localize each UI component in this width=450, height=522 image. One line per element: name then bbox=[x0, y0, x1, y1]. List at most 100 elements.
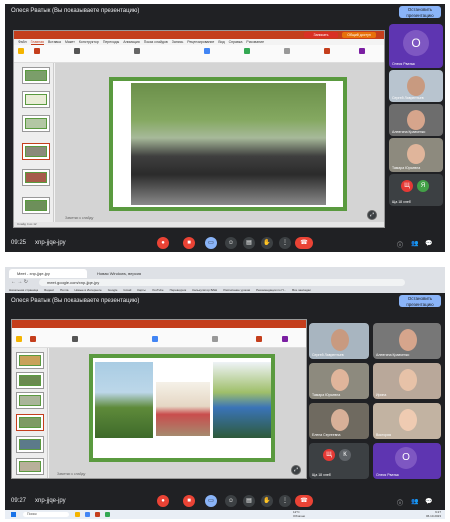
shapes-icon[interactable] bbox=[152, 336, 158, 342]
bookmark[interactable]: Все закладки bbox=[292, 288, 311, 292]
chrome-icon[interactable] bbox=[85, 512, 90, 517]
bookmark[interactable]: Новые в Интернете bbox=[74, 288, 101, 292]
slide-thumb[interactable] bbox=[22, 115, 50, 132]
ribbon-tab[interactable]: Макет bbox=[65, 40, 75, 44]
arrange-icon[interactable] bbox=[244, 48, 250, 54]
bookmark[interactable]: Карты bbox=[137, 288, 146, 292]
ribbon-tab[interactable]: Переходы bbox=[103, 40, 119, 44]
ribbon-tab[interactable]: Показ слайдов bbox=[144, 40, 168, 44]
bookmark[interactable]: Gmail bbox=[123, 288, 131, 292]
present-icon[interactable]: ▭ bbox=[205, 495, 217, 507]
participant-tile[interactable]: Сергей Лаврентьев bbox=[389, 70, 443, 102]
ribbon-tab-active[interactable]: Главная bbox=[30, 40, 44, 45]
bookmark[interactable]: Расписание уроков bbox=[223, 288, 250, 292]
find-icon[interactable] bbox=[284, 48, 290, 54]
powerpoint-icon[interactable] bbox=[95, 512, 100, 517]
font-icon[interactable] bbox=[74, 48, 80, 54]
slide-thumb[interactable] bbox=[22, 67, 50, 84]
share-button[interactable]: Общий доступ bbox=[342, 32, 376, 38]
taskbar-clock[interactable]: 9:27 06.10.2023 bbox=[426, 510, 441, 518]
participant-tile[interactable]: Сергей Лаврентьев bbox=[309, 323, 369, 359]
stop-presenting-button[interactable]: Остановить презентацию bbox=[399, 295, 441, 307]
bookmark[interactable]: Google bbox=[108, 288, 118, 292]
participant-tile[interactable]: Елена Сергеевна bbox=[309, 403, 369, 439]
participant-tile[interactable]: Алевтина Кравченко bbox=[389, 104, 443, 136]
dictate-icon[interactable] bbox=[256, 336, 262, 342]
raise-hand-icon[interactable]: ✋ bbox=[261, 237, 273, 249]
participant-tile[interactable]: Тамара Юрьевна bbox=[309, 363, 369, 399]
designer-icon[interactable] bbox=[359, 48, 365, 54]
slide-thumb[interactable] bbox=[22, 169, 50, 186]
participant-tile[interactable]: Щ Я Ща 18 хлеб bbox=[389, 174, 443, 206]
chat-icon[interactable]: 💬 bbox=[425, 498, 432, 505]
emoji-icon[interactable]: ☺ bbox=[225, 237, 237, 249]
slide-thumb[interactable] bbox=[16, 352, 44, 369]
participant-tile[interactable]: О Олеся Рватык bbox=[389, 24, 443, 68]
participant-tile[interactable]: О Олеся Рватык bbox=[373, 443, 441, 479]
bookmark[interactable]: Начальная страница bbox=[9, 288, 38, 292]
designer-icon[interactable] bbox=[282, 336, 288, 342]
slide-thumb[interactable] bbox=[22, 197, 50, 214]
browser-tab[interactable]: Новая Windows, версия bbox=[89, 269, 175, 278]
bookmark[interactable]: Переводчик bbox=[170, 288, 187, 292]
info-icon[interactable]: ⓘ bbox=[397, 498, 403, 507]
slide-thumb[interactable] bbox=[16, 372, 44, 389]
slide-thumb-selected[interactable] bbox=[22, 143, 50, 160]
participant-tile[interactable]: Алевтина Кравченко bbox=[373, 323, 441, 359]
nav-arrows-icon[interactable]: ← → ↻ bbox=[11, 279, 28, 285]
browser-tab-active[interactable]: Meet - xnp-jjqe-jpy bbox=[9, 269, 87, 278]
participant-tile[interactable]: Виктория bbox=[373, 403, 441, 439]
people-icon[interactable]: 👥 bbox=[411, 240, 418, 247]
current-slide[interactable] bbox=[89, 354, 275, 462]
camera-off-icon[interactable]: ■ bbox=[183, 495, 195, 507]
file-explorer-icon[interactable] bbox=[75, 512, 80, 517]
slide-thumb[interactable] bbox=[16, 436, 44, 453]
participant-tile[interactable]: Щ К Ща 18 хлеб bbox=[309, 443, 369, 479]
ribbon-tab[interactable]: Рисование bbox=[246, 40, 264, 44]
bookmark[interactable]: Калькулятор ВАШ bbox=[192, 288, 217, 292]
slide-thumb[interactable] bbox=[16, 392, 44, 409]
weather-widget[interactable]: 12°C Облачно bbox=[293, 510, 305, 518]
ribbon-tab[interactable]: Запись bbox=[172, 40, 183, 44]
record-button[interactable]: Записать bbox=[304, 32, 338, 38]
people-icon[interactable]: 👥 bbox=[411, 498, 418, 505]
font-icon[interactable] bbox=[72, 336, 78, 342]
ribbon-tab[interactable]: Вставка bbox=[48, 40, 61, 44]
mic-off-icon[interactable]: ● bbox=[157, 237, 169, 249]
paragraph-icon[interactable] bbox=[134, 48, 140, 54]
ribbon-tab[interactable]: Вид bbox=[218, 40, 224, 44]
camera-off-icon[interactable]: ■ bbox=[183, 237, 195, 249]
participant-tile[interactable]: Тамара Юрьевна bbox=[389, 138, 443, 172]
paste-icon[interactable] bbox=[16, 336, 22, 342]
expand-icon[interactable]: ⤢ bbox=[367, 210, 377, 220]
slide-thumb[interactable] bbox=[16, 458, 44, 475]
more-options-icon[interactable]: ⋮ bbox=[279, 237, 291, 249]
ribbon-tab[interactable]: Файл bbox=[18, 40, 27, 44]
leave-call-icon[interactable]: ☎ bbox=[295, 495, 313, 507]
bookmark[interactable]: Рекомендации по П... bbox=[256, 288, 286, 292]
current-slide[interactable] bbox=[109, 77, 347, 211]
bookmark[interactable]: YouTube bbox=[152, 288, 164, 292]
chat-icon[interactable]: 💬 bbox=[425, 240, 432, 247]
participant-tile[interactable]: Ирина bbox=[373, 363, 441, 399]
bookmark[interactable]: Яндекс bbox=[44, 288, 54, 292]
captions-icon[interactable]: ▤ bbox=[243, 237, 255, 249]
slide-thumb[interactable] bbox=[22, 91, 50, 108]
leave-call-icon[interactable]: ☎ bbox=[295, 237, 313, 249]
new-slide-icon[interactable] bbox=[30, 336, 36, 342]
raise-hand-icon[interactable]: ✋ bbox=[261, 495, 273, 507]
paste-icon[interactable] bbox=[18, 48, 24, 54]
ribbon-tab[interactable]: Рецензирование bbox=[187, 40, 214, 44]
ribbon-tab[interactable]: Справка bbox=[229, 40, 243, 44]
find-icon[interactable] bbox=[212, 336, 218, 342]
stop-presenting-button[interactable]: Остановить презентацию bbox=[399, 6, 441, 18]
expand-icon[interactable]: ⤢ bbox=[291, 465, 301, 475]
address-bar[interactable]: meet.google.com/xnp-jjqe-jpy bbox=[39, 279, 405, 286]
info-icon[interactable]: ⓘ bbox=[397, 240, 403, 249]
mic-off-icon[interactable]: ● bbox=[157, 495, 169, 507]
windows-start-icon[interactable] bbox=[11, 512, 16, 517]
present-icon[interactable]: ▭ bbox=[205, 237, 217, 249]
bookmark[interactable]: Почта bbox=[60, 288, 68, 292]
captions-icon[interactable]: ▤ bbox=[243, 495, 255, 507]
emoji-icon[interactable]: ☺ bbox=[225, 495, 237, 507]
